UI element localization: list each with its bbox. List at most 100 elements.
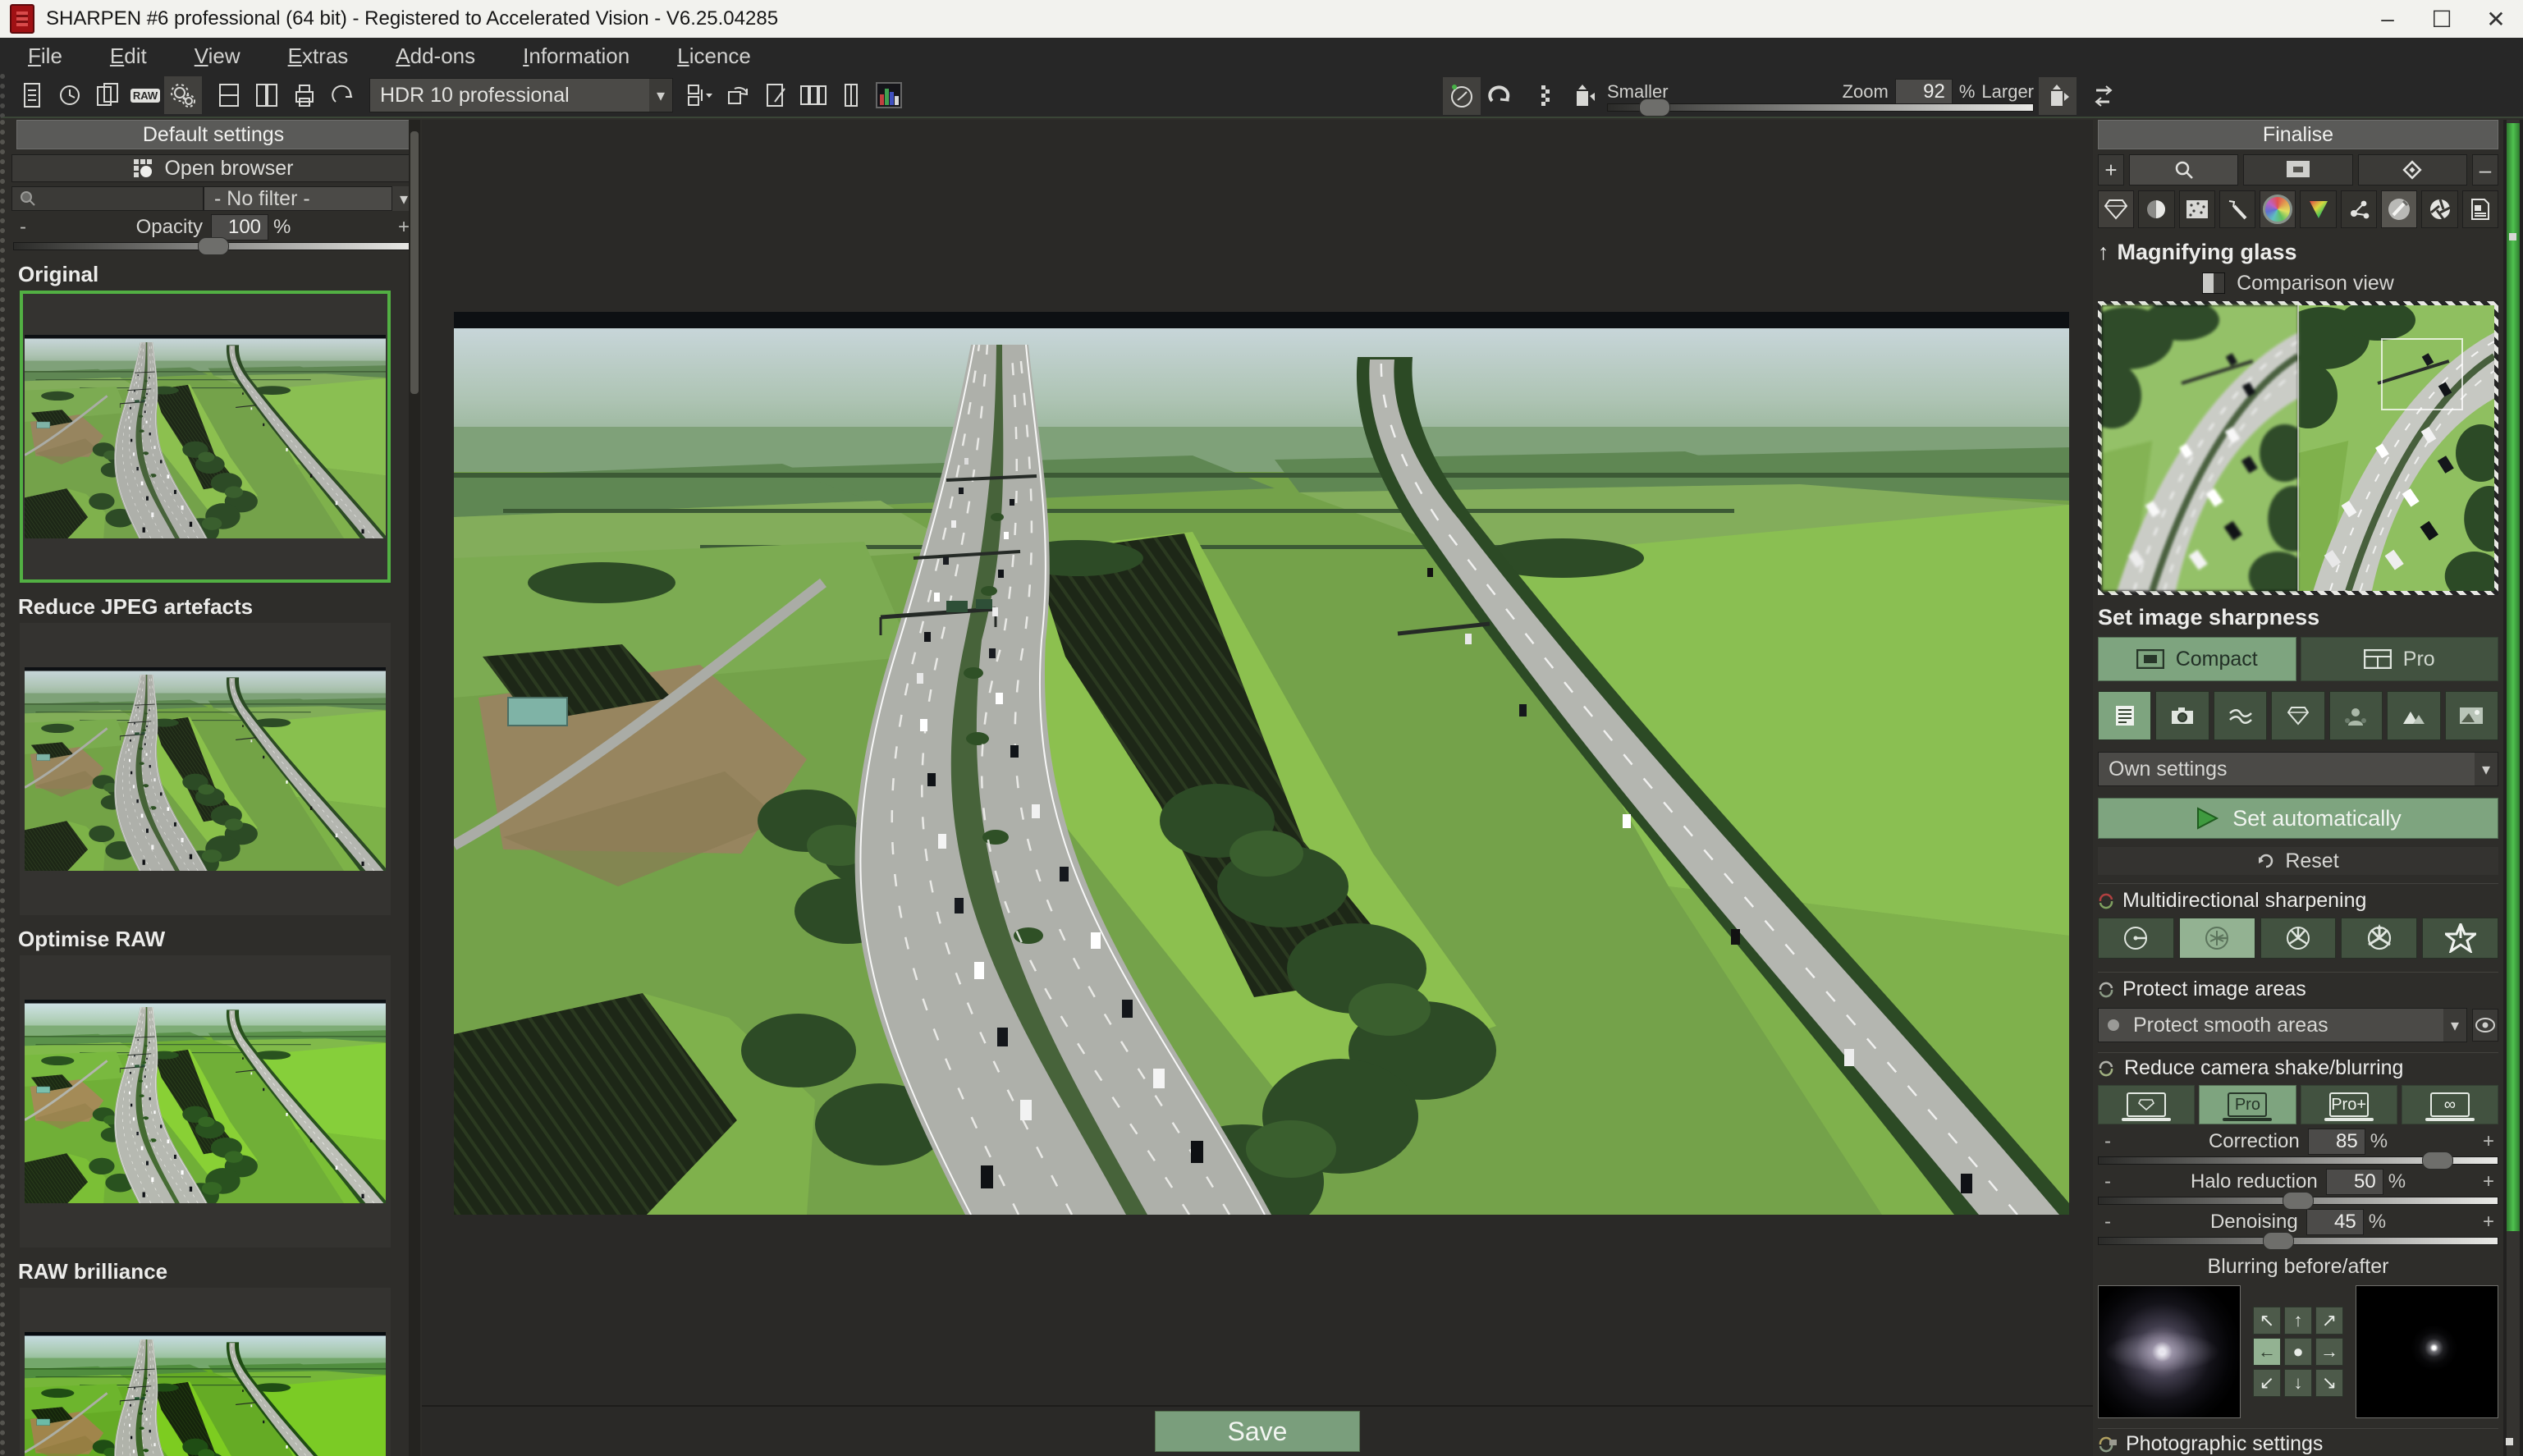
finalise-panel-header[interactable]: Finalise [2098,120,2498,149]
chevron-down-icon[interactable] [2443,1009,2466,1042]
fit-larger-button[interactable] [2039,77,2077,115]
chevron-down-icon[interactable] [2475,753,2498,785]
rotate-image-button[interactable] [719,76,757,114]
chevron-down-icon[interactable] [649,79,672,112]
pad-up-left[interactable]: ↖ [2253,1307,2281,1335]
menu-addons[interactable]: Add-ons [396,43,475,69]
monitor-view-button[interactable] [2243,154,2352,185]
menu-information[interactable]: Information [523,43,630,69]
tool-contrast[interactable] [2138,190,2174,228]
halo-minus[interactable]: - [2098,1170,2118,1193]
preset-filter-dropdown[interactable]: - No filter - [204,186,392,211]
pad-left[interactable]: ← [2253,1338,2281,1366]
motif-documents[interactable] [2098,691,2151,740]
split-view-button[interactable] [248,76,286,114]
image-canvas[interactable]: Save [422,120,2093,1456]
correction-minus[interactable]: - [2098,1130,2118,1153]
scroll-handle-dot[interactable] [2506,1438,2513,1445]
scroll-handle-dot[interactable] [2509,233,2516,240]
direction-1-button[interactable] [2098,918,2174,959]
sharpness-tab-compact[interactable]: Compact [2098,637,2296,681]
camera-refresh-icon[interactable] [2098,1436,2118,1453]
menu-extras[interactable]: Extras [288,43,349,69]
minimize-button[interactable]: – [2360,0,2415,38]
tool-aperture[interactable] [2421,190,2457,228]
denoising-value-field[interactable]: 45 [2306,1209,2364,1235]
preset-thumbnail-brilliance[interactable] [20,1288,391,1456]
pad-up-right[interactable]: ↗ [2315,1307,2343,1335]
motif-soft[interactable] [2214,691,2267,740]
set-automatically-button[interactable]: Set automatically [2098,798,2498,839]
correction-slider-knob[interactable] [2422,1152,2453,1170]
denoising-slider[interactable] [2098,1237,2498,1245]
marker-tool-button[interactable] [2358,154,2467,185]
presets-scrollbar[interactable] [409,120,420,1456]
pad-down-left[interactable]: ↙ [2253,1369,2281,1397]
direction-3-button[interactable] [2260,918,2337,959]
copy-button[interactable] [89,76,126,114]
own-settings-dropdown[interactable]: Own settings [2098,752,2498,786]
search-tool-button[interactable] [2129,154,2238,185]
layout-button[interactable] [681,76,719,114]
zoom-slider-knob[interactable] [1639,98,1670,117]
tool-colour-wheel[interactable] [2260,190,2296,228]
shake-tab-basic[interactable] [2098,1085,2195,1124]
dither-preview-button[interactable] [1527,77,1564,115]
remove-tool-button[interactable]: – [2472,154,2498,185]
export-button[interactable] [323,76,361,114]
halo-plus[interactable]: + [2479,1170,2498,1193]
zoom-slider[interactable] [1607,103,2034,112]
preset-dropdown[interactable]: HDR 10 professional [369,78,673,112]
tool-gem[interactable] [2098,190,2134,228]
shake-tab-proplus[interactable]: Pro+ [2301,1085,2397,1124]
correction-value-field[interactable]: 85 [2308,1129,2365,1155]
columns-button[interactable] [832,76,870,114]
correction-plus[interactable]: + [2479,1130,2498,1153]
pad-down[interactable]: ↓ [2284,1369,2312,1397]
raw-settings-button[interactable]: RAW [126,76,164,114]
tool-denoise[interactable] [2179,190,2215,228]
reset-button[interactable]: Reset [2098,847,2498,875]
protect-areas-dropdown[interactable]: Protect smooth areas [2098,1008,2467,1042]
fit-smaller-button[interactable] [1564,77,1602,115]
tool-nodes[interactable] [2341,190,2377,228]
motif-portrait[interactable] [2329,691,2383,740]
preset-thumbnail-original[interactable] [20,291,391,583]
print-button[interactable] [286,76,323,114]
menu-view[interactable]: View [195,43,240,69]
refresh-icon[interactable] [2098,893,2114,909]
refresh-icon[interactable] [2098,1060,2116,1077]
correction-slider[interactable] [2098,1156,2498,1165]
histogram-button[interactable] [870,76,908,114]
comparison-preview[interactable] [2098,301,2498,595]
denoising-minus[interactable]: - [2098,1211,2118,1234]
add-tool-button[interactable]: + [2098,154,2124,185]
menu-licence[interactable]: Licence [677,43,751,69]
motif-photo[interactable] [2445,691,2498,740]
main-image[interactable] [454,312,2069,1215]
halo-value-field[interactable]: 50 [2326,1169,2383,1195]
denoising-slider-knob[interactable] [2263,1232,2294,1250]
comparison-view-checkbox[interactable] [2202,272,2225,294]
save-button[interactable]: Save [1155,1411,1360,1452]
preview-mask-button[interactable] [2472,1009,2498,1042]
tool-colour-space[interactable] [2300,190,2336,228]
close-button[interactable]: ✕ [2469,0,2523,38]
redo-button[interactable] [1481,77,1518,115]
halo-slider-knob[interactable] [2283,1192,2314,1210]
panel-scrollbar[interactable] [2503,120,2523,1456]
single-view-button[interactable] [210,76,248,114]
direction-4-button[interactable] [2341,918,2417,959]
collapse-up-icon[interactable]: ↑ [2098,240,2109,265]
menu-file[interactable]: File [28,43,62,69]
pad-down-right[interactable]: ↘ [2315,1369,2343,1397]
menu-edit[interactable]: Edit [110,43,147,69]
tool-retouch[interactable] [2219,190,2255,228]
preset-thumbnail-jpeg[interactable] [20,623,391,915]
motif-gem[interactable] [2271,691,2324,740]
direction-5-button[interactable] [2422,918,2498,959]
maximize-button[interactable]: ☐ [2415,0,2469,38]
shake-tab-pro[interactable]: Pro [2199,1085,2296,1124]
preset-thumbnail-raw[interactable] [20,955,391,1248]
motif-camera[interactable] [2155,691,2209,740]
